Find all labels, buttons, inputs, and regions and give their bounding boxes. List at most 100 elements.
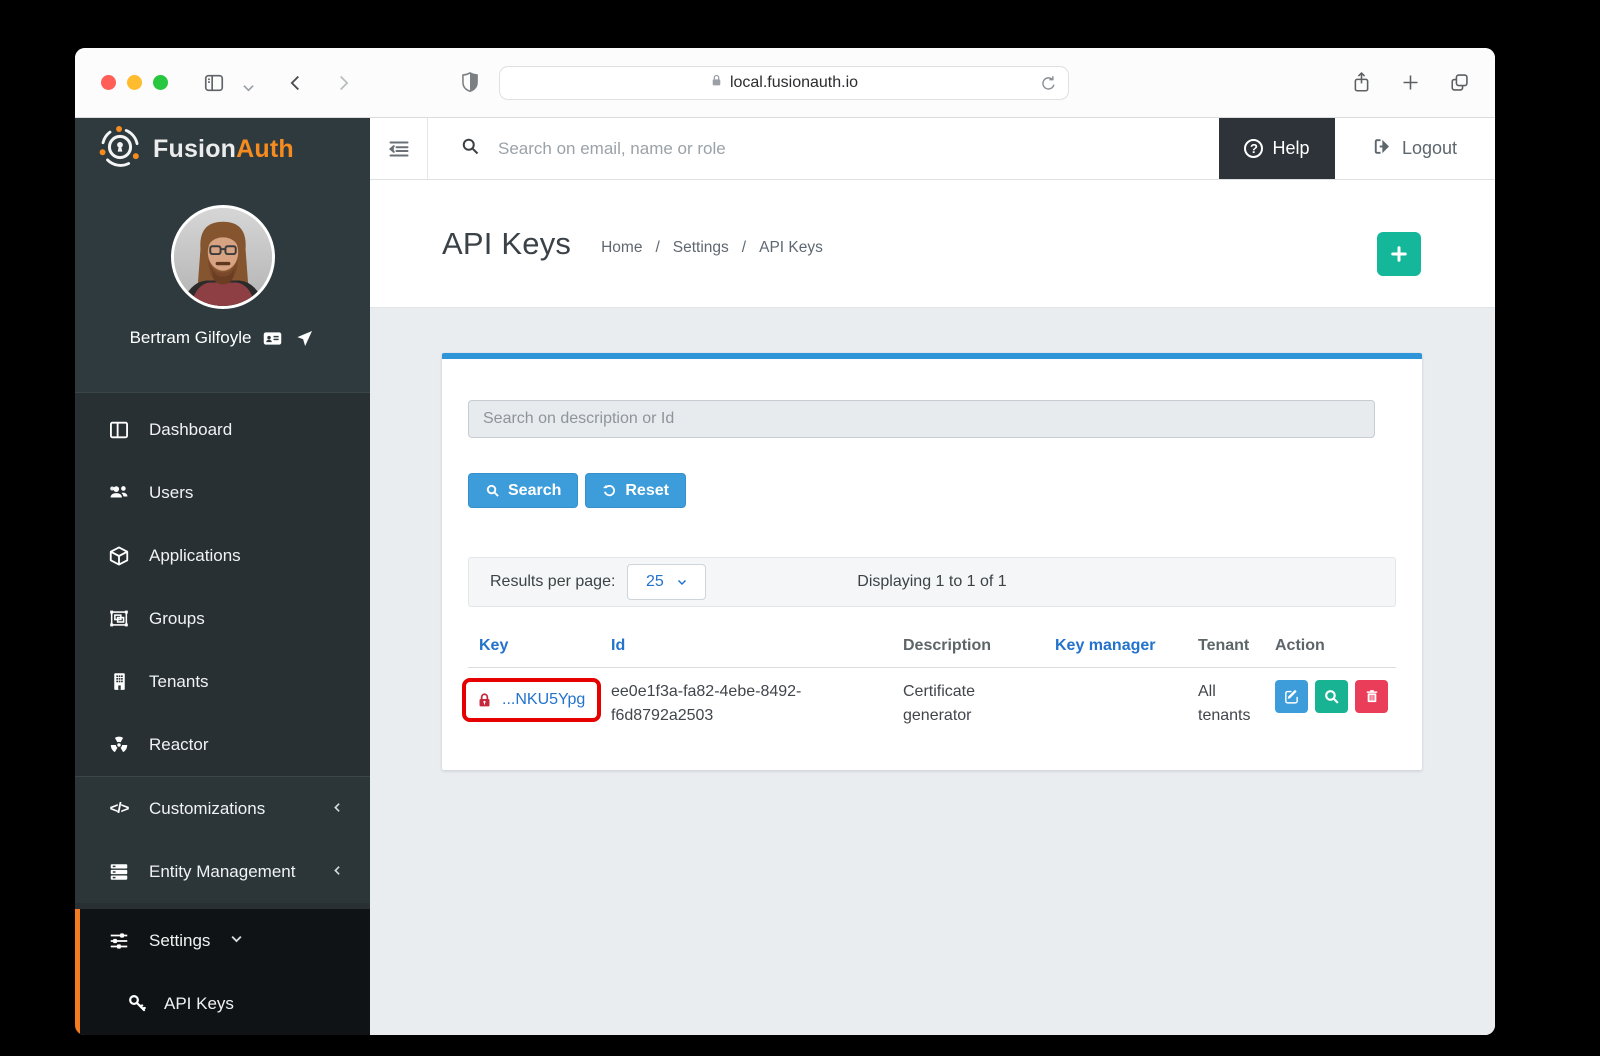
breadcrumb: Home / Settings / API Keys (601, 239, 823, 257)
new-tab-icon[interactable] (1400, 72, 1421, 98)
add-api-key-button[interactable] (1377, 232, 1421, 276)
key-icon (126, 993, 148, 1015)
chevron-left-icon (331, 862, 344, 882)
breadcrumb-separator: / (655, 239, 659, 257)
column-header-action: Action (1275, 637, 1396, 655)
search-icon (460, 136, 480, 161)
object-group-icon (108, 608, 130, 630)
results-bar: Results per page: 25 Displaying 1 to 1 o… (468, 557, 1396, 607)
browser-chrome: local.fusionauth.io (75, 48, 1495, 118)
sidebar-item-api-keys[interactable]: API Keys (80, 972, 370, 1035)
code-icon (108, 798, 130, 820)
address-bar[interactable]: local.fusionauth.io (499, 66, 1069, 100)
chevron-left-icon (331, 799, 344, 819)
help-button[interactable]: Help (1219, 118, 1335, 179)
breadcrumb-home[interactable]: Home (601, 239, 642, 257)
api-key-description: Certificate generator (903, 680, 1055, 728)
global-search-input[interactable] (496, 138, 916, 160)
tls-lock-icon (710, 73, 723, 93)
page-title: API Keys (442, 226, 571, 262)
column-header-key-manager[interactable]: Key manager (1055, 637, 1198, 655)
sidebar-item-groups[interactable]: Groups (75, 587, 370, 650)
privacy-shield-icon[interactable] (459, 70, 481, 101)
zoom-window-button[interactable] (153, 75, 168, 90)
sidebar-nav: Dashboard Users Applications (75, 393, 370, 776)
dashboard-columns-icon (108, 419, 130, 441)
refresh-icon[interactable] (1039, 74, 1058, 98)
api-key-link[interactable]: ...NKU5Ypg (502, 688, 585, 712)
sidebar-toggle-icon[interactable] (203, 72, 225, 99)
global-search (428, 136, 1219, 161)
search-icon (485, 483, 500, 498)
search-icon (1323, 688, 1340, 705)
help-icon (1244, 139, 1263, 158)
reset-button[interactable]: Reset (585, 473, 686, 508)
cube-icon (108, 545, 130, 567)
edit-button[interactable] (1275, 680, 1308, 713)
table-row: ...NKU5Ypg ee0e1f3a-fa82-4ebe-8492-f6d87… (468, 668, 1396, 728)
column-header-tenant: Tenant (1198, 637, 1275, 655)
sidebar-item-entity-management[interactable]: Entity Management (75, 840, 370, 903)
close-window-button[interactable] (101, 75, 116, 90)
fusionauth-logo[interactable]: FusionAuth (75, 118, 370, 180)
users-icon (108, 482, 130, 504)
building-icon (108, 671, 130, 693)
sliders-icon (108, 930, 130, 952)
sidebar-item-customizations[interactable]: Customizations (75, 777, 370, 840)
tab-overview-icon[interactable] (1449, 72, 1470, 98)
back-button[interactable] (285, 72, 307, 99)
fusionauth-logo-text: FusionAuth (153, 135, 294, 164)
user-name: Bertram Gilfoyle (130, 328, 252, 348)
server-stack-icon (108, 861, 130, 883)
logout-icon (1373, 137, 1392, 161)
impersonate-plane-icon[interactable] (293, 327, 315, 349)
api-keys-card: Search Reset Results per page: 25 (442, 353, 1422, 770)
sidebar-item-tenants[interactable]: Tenants (75, 650, 370, 713)
logout-button[interactable]: Logout (1335, 118, 1495, 179)
url-text: local.fusionauth.io (730, 74, 858, 92)
sidebar-item-reactor[interactable]: Reactor (75, 713, 370, 776)
breadcrumb-api-keys: API Keys (759, 239, 823, 257)
lock-icon (476, 692, 493, 709)
undo-icon (602, 483, 617, 498)
sidebar-item-settings[interactable]: Settings (80, 909, 370, 972)
search-button[interactable]: Search (468, 473, 578, 508)
sidebar-item-dashboard[interactable]: Dashboard (75, 398, 370, 461)
delete-button[interactable] (1355, 680, 1388, 713)
forward-button[interactable] (332, 72, 354, 99)
api-key-id: ee0e1f3a-fa82-4ebe-8492-f6d8792a2503 (611, 680, 903, 728)
sidebar: FusionAuth (75, 118, 370, 1035)
user-avatar[interactable] (171, 205, 275, 309)
sidebar-collapsible-group: Customizations Entity Management (75, 776, 370, 903)
share-icon[interactable] (1351, 70, 1372, 99)
table-header: Key Id Description Key manager Tenant Ac… (468, 637, 1396, 668)
plus-icon (1389, 244, 1409, 264)
sidebar-menu-chevron-icon[interactable] (243, 79, 254, 97)
fusionauth-logo-icon (97, 124, 143, 175)
app-header: Help Logout (370, 118, 1495, 180)
description-search-input[interactable] (468, 400, 1375, 438)
annotation-highlight: ...NKU5Ypg (462, 678, 601, 722)
column-header-description: Description (903, 637, 1055, 655)
minimize-window-button[interactable] (127, 75, 142, 90)
column-header-id[interactable]: Id (611, 637, 903, 655)
breadcrumb-settings[interactable]: Settings (673, 239, 729, 257)
column-header-key[interactable]: Key (468, 637, 611, 655)
edit-icon (1283, 688, 1300, 705)
browser-window: local.fusionauth.io (75, 48, 1495, 1035)
collapse-sidebar-button[interactable] (370, 118, 428, 179)
row-actions (1275, 680, 1396, 713)
content-area: Search Reset Results per page: 25 (370, 308, 1495, 1035)
displaying-text: Displaying 1 to 1 of 1 (469, 573, 1395, 591)
page-header: API Keys Home / Settings / API Keys (370, 180, 1495, 308)
radiation-icon (108, 734, 130, 756)
sidebar-settings-section: Settings API Keys (75, 909, 370, 1035)
trash-icon (1364, 688, 1380, 705)
id-card-icon[interactable] (261, 327, 283, 349)
sidebar-item-applications[interactable]: Applications (75, 524, 370, 587)
breadcrumb-separator: / (742, 239, 746, 257)
api-key-tenant: All tenants (1198, 680, 1275, 728)
user-profile-panel: Bertram Gilfoyle (75, 180, 370, 393)
view-button[interactable] (1315, 680, 1348, 713)
sidebar-item-users[interactable]: Users (75, 461, 370, 524)
